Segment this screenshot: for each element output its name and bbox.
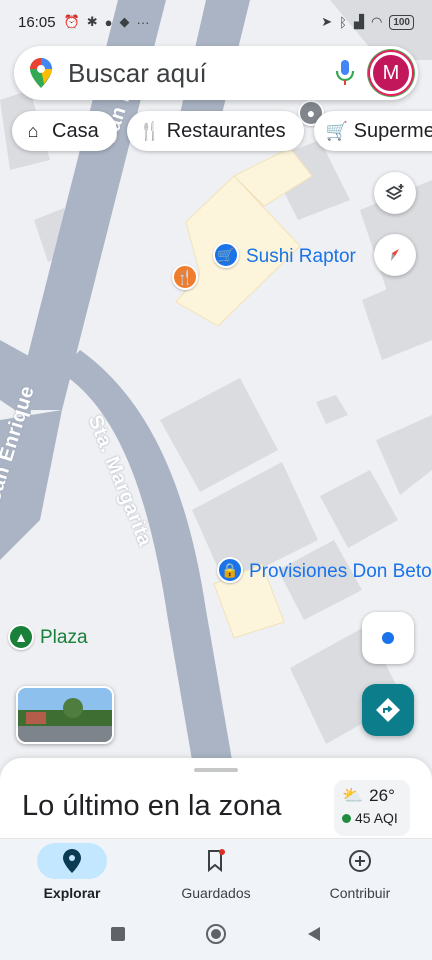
chip-label: Superme [353,119,432,142]
compass-icon [391,249,399,261]
home-icon: ⌂ [27,120,39,141]
nav-contribuir[interactable]: Contribuir [288,839,432,908]
restaurant-icon: 🍴 [138,120,162,141]
aqi-value: 45 AQI [355,810,398,826]
messenger-icon: ● [104,14,113,30]
signal-icon: ▟ [353,14,364,29]
location-arrow-icon: ➤ [321,14,333,29]
place-label-plaza[interactable]: Plaza [40,627,88,649]
maps-logo-icon [30,58,52,88]
fork-knife-icon[interactable]: 🍴 [172,264,198,290]
nav-icon-wrap [181,843,251,879]
chip-casa[interactable]: ⌂ Casa [12,111,117,151]
status-bar: 16:05 ⏰ ✱ ● ◆ ··· ➤ ᛒ ▟ ◠ 100 [0,0,432,44]
bluetooth-icon: ᛒ [339,14,347,30]
system-navigation-bar [0,908,432,960]
more-notifications-icon: ··· [136,14,150,30]
explore-sheet[interactable]: Lo último en la zona ⛅ 26° 45 AQI [0,758,432,840]
nav-label: Contribuir [329,885,391,901]
my-location-button[interactable] [362,612,414,664]
shopping-cart-icon[interactable]: 🛒 [213,242,239,268]
weather-temp: 26° [369,786,395,805]
nav-guardados[interactable]: Guardados [144,839,288,908]
street-view-image [18,688,112,742]
status-time: 16:05 [18,13,56,31]
directions-icon [376,698,400,722]
tree-icon[interactable]: ▲ [8,624,34,650]
cart-icon: 🛒 [325,120,349,141]
chip-restaurantes[interactable]: 🍴 Restaurantes [126,111,304,151]
nav-active-indicator [37,843,107,879]
my-location-icon [382,632,394,644]
weather-widget[interactable]: ⛅ 26° 45 AQI [334,780,410,836]
bookmark-icon [208,849,225,873]
shopping-bag-icon[interactable]: 🔒 [217,557,243,583]
nav-label: Guardados [181,885,251,901]
battery-icon: 100 [389,14,414,30]
avatar[interactable]: M [370,52,412,94]
search-bar[interactable]: Buscar aquí M [14,46,418,100]
nav-icon-wrap [325,843,395,879]
layers-button[interactable] [374,172,416,214]
back-triangle-icon[interactable] [305,925,323,943]
avatar-letter: M [382,61,400,84]
sheet-drag-handle[interactable] [194,768,238,772]
add-circle-icon [349,850,371,872]
chat-icon: ◆ [119,14,130,29]
status-icons-right: ➤ ᛒ ▟ ◠ 100 [321,14,414,30]
chip-supermercados[interactable]: 🛒 Superme [313,111,432,151]
place-label-provisiones[interactable]: Provisiones Don Beto [249,561,432,583]
search-input[interactable]: Buscar aquí [68,58,334,89]
recents-square-icon[interactable] [109,925,127,943]
explore-pin-icon [63,849,81,873]
place-label-sushi-raptor[interactable]: Sushi Raptor [246,246,356,268]
partly-cloudy-icon: ⛅ [342,786,364,805]
street-view-thumbnail[interactable] [16,686,114,744]
alarm-icon: ⏰ [63,14,80,29]
chip-label: Restaurantes [166,119,286,142]
status-icons-left: ⏰ ✱ ● ◆ ··· [64,14,150,30]
wifi-icon: ◠ [370,14,383,29]
app-notification-icon: ✱ [86,14,98,29]
sheet-title: Lo último en la zona [22,790,282,822]
nav-label: Explorar [43,885,101,901]
category-chips: ⌂ Casa 🍴 Restaurantes 🛒 Superme [12,111,432,151]
directions-button[interactable] [362,684,414,736]
layers-icon [385,184,404,201]
nav-explorar[interactable]: Explorar [0,839,144,908]
chip-label: Casa [52,119,99,142]
compass-button[interactable] [374,234,416,276]
aqi-status-dot [342,813,351,823]
mic-icon[interactable] [334,59,356,87]
bottom-navigation: Explorar Guardados Contribuir [0,838,432,908]
home-circle-icon[interactable] [205,923,227,945]
